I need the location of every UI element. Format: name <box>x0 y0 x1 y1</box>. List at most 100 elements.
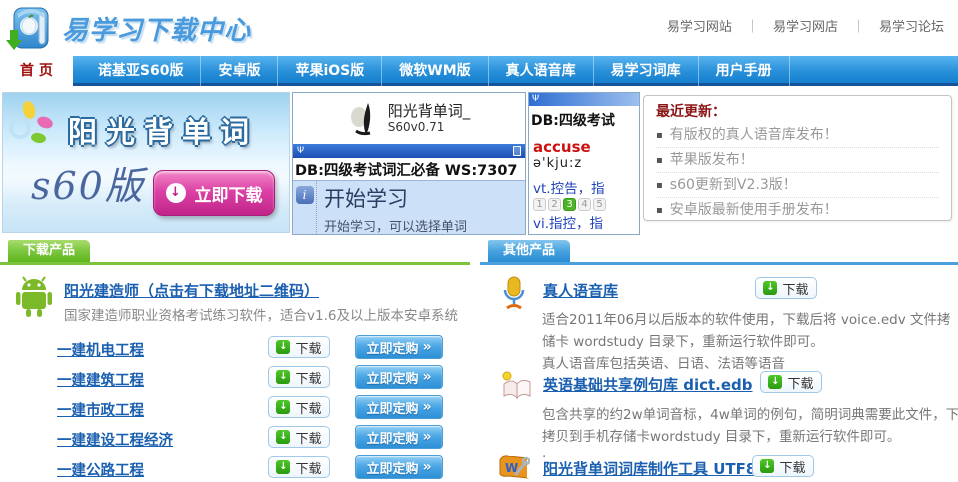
download-arrow-icon: ↓ <box>276 430 290 444</box>
other-products-column: 其他产品 真人语音库 ↓ 下载 适合2011年06月以后版本的软件使用，下载后将… <box>480 240 958 479</box>
download-button[interactable]: ↓ 下载 <box>268 456 330 478</box>
order-now-button[interactable]: 立即定购 » <box>355 335 443 359</box>
item-link[interactable]: 一建公路工程 <box>57 459 144 480</box>
chevron-right-icon: » <box>422 459 431 475</box>
section-tab-downloads[interactable]: 下载产品 <box>8 240 90 262</box>
separator: ｜ <box>746 16 759 35</box>
chevron-right-icon: » <box>422 399 431 415</box>
vocab-meaning-2: vi.指控，指 <box>529 212 639 232</box>
item-link[interactable]: 一建建设工程经济 <box>57 429 173 450</box>
item-link[interactable]: 一建市政工程 <box>57 399 144 420</box>
nav-item-android[interactable]: 安卓版 <box>201 56 278 86</box>
update-item[interactable]: ▪有版权的真人语音库发布！ <box>656 123 939 148</box>
open-book-icon <box>500 370 534 400</box>
nav-item-ios[interactable]: 苹果iOS版 <box>278 56 382 86</box>
info-icon: i <box>296 186 314 204</box>
antenna-icon: Ψ <box>297 146 304 156</box>
download-arrow-icon: ↓ <box>276 460 290 474</box>
download-arrow-icon: ↓ <box>276 370 290 384</box>
nav-item-s60[interactable]: 诺基亚S60版 <box>81 56 202 86</box>
section-tab-others[interactable]: 其他产品 <box>488 240 570 262</box>
order-now-button[interactable]: 立即定购 » <box>355 425 443 449</box>
update-item[interactable]: ▪ 苹果版发布！ <box>656 148 939 173</box>
vocab-word: accuse <box>529 132 639 156</box>
download-label: 下载 <box>787 373 813 392</box>
download-button[interactable]: ↓ 下载 <box>755 277 817 299</box>
phone-screenshot-2: Ψ DB:四级考试 accuse ə'kju:z vt.控告，指 1 2 3 4… <box>528 92 640 235</box>
app-version: S60v0.71 <box>388 120 471 135</box>
download-arrow-icon: ↓ <box>763 281 777 295</box>
menu-item-subtext: 开始学习，可以选择单词 <box>324 216 467 235</box>
download-label: 下载 <box>295 368 321 387</box>
page-number: 4 <box>578 198 591 211</box>
update-text: s60更新到V2.3版！ <box>670 177 797 193</box>
download-label: 下载 <box>295 398 321 417</box>
update-item[interactable]: ▪ 安卓版最新使用手册发布！ <box>656 198 939 221</box>
logo-icon <box>6 4 54 52</box>
item-description: 真人语音库包括英语、日语、法语等语音 <box>542 352 785 372</box>
header-link-forum[interactable]: 易学习论坛 <box>879 16 944 35</box>
nav-item-dict[interactable]: 易学习词库 <box>594 56 699 86</box>
download-button[interactable]: ↓ 下载 <box>760 371 822 393</box>
promo-banner[interactable]: 阳光背单词 s60版 ↓ 立即下载 <box>2 92 290 233</box>
nav-item-manual[interactable]: 用户手册 <box>699 56 790 86</box>
download-button[interactable]: ↓ 下载 <box>268 336 330 358</box>
page-number: 2 <box>548 198 561 211</box>
dict-maker-link[interactable]: 阳光背单词词库制作工具 UTF8 <box>543 458 756 479</box>
download-button[interactable]: ↓ 下载 <box>268 426 330 448</box>
download-arrow-icon: ↓ <box>768 375 782 389</box>
phone-screenshot-1: 阳光背单词_ S60v0.71 Ψ DB:四级考试词汇必备 WS:7307 i … <box>292 92 526 235</box>
item-description: 包含共享的约2w单词音标，4w单词的例句，简明词典需要此文件，下 <box>542 403 958 423</box>
voice-library-link[interactable]: 真人语音库 <box>543 280 618 301</box>
item-description: 拷贝到手机存储卡wordstudy 目录下，重新运行软件即可。 <box>542 425 900 445</box>
update-text: 安卓版最新使用手册发布！ <box>670 202 838 218</box>
download-arrow-icon: ↓ <box>760 459 774 473</box>
download-row: 一建建设工程经济 ↓ 下载 立即定购 » <box>0 426 470 452</box>
page-number: 1 <box>533 198 546 211</box>
logo-text: 易学习下载中心 <box>62 10 251 47</box>
header-links: 易学习网站 ｜ 易学习网店 ｜ 易学习论坛 <box>667 16 944 35</box>
download-label: 下载 <box>295 428 321 447</box>
sentence-db-link[interactable]: 英语基础共享例句库 dict.edb <box>543 374 753 395</box>
banner-download-button[interactable]: ↓ 立即下载 <box>153 170 275 216</box>
logo[interactable]: 易学习下载中心 <box>6 4 251 52</box>
download-button[interactable]: ↓ 下载 <box>268 366 330 388</box>
order-label: 立即定购 <box>366 368 418 387</box>
vocab-phonetic: ə'kju:z <box>529 156 639 171</box>
chevron-right-icon: » <box>422 369 431 385</box>
download-arrow-icon: ↓ <box>276 340 290 354</box>
separator: ｜ <box>852 16 865 35</box>
app-logo-icon <box>348 101 378 137</box>
item-link[interactable]: 一建机电工程 <box>57 339 144 360</box>
update-item[interactable]: ▪s60更新到V2.3版！ <box>656 173 939 198</box>
banner-title: 阳光背单词 <box>3 109 289 151</box>
update-text: 有版权的真人语音库发布！ <box>670 127 838 143</box>
tool-book-icon: W <box>498 454 530 480</box>
order-now-button[interactable]: 立即定购 » <box>355 395 443 419</box>
download-button[interactable]: ↓ 下载 <box>268 396 330 418</box>
vocab-meaning-1: vt.控告，指 <box>529 171 639 197</box>
battery-icon <box>513 146 521 156</box>
bullet-icon: ▪ <box>656 155 663 166</box>
nav-item-wm[interactable]: 微软WM版 <box>382 56 488 86</box>
download-arrow-icon: ↓ <box>276 400 290 414</box>
page-number-active: 3 <box>563 198 576 211</box>
header: 易学习下载中心 易学习网站 ｜ 易学习网店 ｜ 易学习论坛 <box>0 0 958 56</box>
download-products-column: 下载产品 阳光建造师（点击有下载地址二维码） 国家建造师职业资格考试练习软件，适… <box>0 240 470 479</box>
item-link[interactable]: 一建建筑工程 <box>57 369 144 390</box>
bullet-icon: ▪ <box>656 205 663 216</box>
order-now-button[interactable]: 立即定购 » <box>355 365 443 389</box>
download-arrow-icon: ↓ <box>166 183 186 203</box>
update-text: 苹果版发布！ <box>670 152 754 168</box>
product-link-builder[interactable]: 阳光建造师（点击有下载地址二维码） <box>64 280 319 301</box>
order-label: 立即定购 <box>366 398 418 417</box>
header-link-website[interactable]: 易学习网站 <box>667 16 732 35</box>
download-button[interactable]: ↓ 下载 <box>752 455 814 477</box>
app-title: 阳光背单词_ <box>388 102 471 121</box>
header-link-store[interactable]: 易学习网店 <box>773 16 838 35</box>
order-label: 立即定购 <box>366 458 418 477</box>
order-now-button[interactable]: 立即定购 » <box>355 455 443 479</box>
nav-item-voice[interactable]: 真人语音库 <box>489 56 594 86</box>
microphone-icon <box>500 276 528 310</box>
nav-item-home[interactable]: 首 页 <box>0 56 73 86</box>
